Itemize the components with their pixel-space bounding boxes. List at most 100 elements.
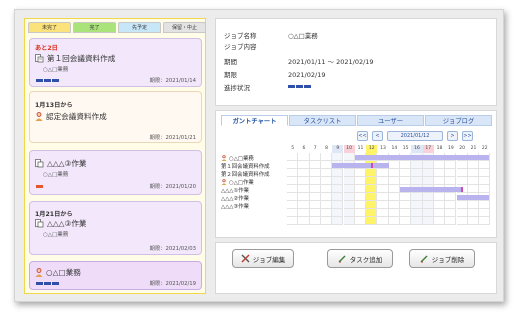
tab-task-list[interactable]: タスクリスト (289, 115, 356, 126)
gantt-cell (445, 169, 457, 177)
card-subtitle: ○△□業務 (43, 67, 69, 73)
card-title-row: 第１回会議資料作成 (35, 53, 115, 64)
gantt-cell (309, 169, 321, 177)
gantt-cell (388, 209, 400, 217)
due-label: 1月21日から (35, 211, 73, 218)
gantt-cell (332, 177, 344, 185)
gantt-cell (411, 177, 423, 185)
job-card[interactable]: ○△□業務 期限：2021/02/19 (29, 261, 202, 290)
job-content-row: ジョブ内容 (224, 41, 288, 51)
gantt-cell (287, 153, 299, 161)
gantt-cell (343, 193, 355, 201)
day-header: 21 (470, 146, 477, 151)
job-list-panel: 未完了 完了 先予定 保留・中止 あと2日 第１回会議資料作成 ○△□業務 期限… (24, 18, 206, 294)
job-card[interactable]: 1月13日から 認定会議資料作成 期限：2021/01/21 (29, 91, 202, 143)
gantt-cell (320, 169, 333, 177)
next-week-button[interactable]: >> (462, 131, 473, 141)
due-label: あと2日 (35, 45, 58, 52)
gantt-cell (298, 185, 310, 193)
tab-complete[interactable]: 完了 (73, 22, 116, 33)
card-title-row: △△△③作業 (35, 158, 87, 169)
job-progress-row: 進捗状況 (224, 82, 288, 92)
gantt-cell (422, 209, 434, 217)
edit-job-button[interactable]: ジョブ編集 (232, 249, 294, 268)
card-title: △△△③作業 (47, 159, 87, 168)
gantt-cell (400, 217, 412, 225)
gantt-row-label: ○△□作業 (221, 178, 254, 186)
gantt-cell (332, 169, 344, 177)
gantt-cell (332, 153, 344, 161)
job-card[interactable]: △△△③作業 ○△□業務 期限：2021/01/20 (29, 150, 202, 195)
card-title-row: △△△③作業 (35, 218, 87, 229)
job-content-label: ジョブ内容 (224, 43, 257, 51)
job-deadline-row: 期限 2021/02/19 (224, 69, 325, 79)
tab-job-log[interactable]: ジョブログ (425, 115, 492, 126)
gantt-cell (343, 185, 355, 193)
gantt-row-label: ○△□業務 (221, 154, 254, 162)
card-subtitle: ○△□業務 (43, 232, 69, 238)
job-name-row: ジョブ名称 ○△□業務 (224, 30, 318, 40)
due-label: 1月13日から (35, 102, 73, 109)
tab-users[interactable]: ユーザー (357, 115, 424, 126)
gantt-cell (422, 201, 434, 209)
gantt-cell (445, 161, 457, 169)
gantt-bar[interactable] (332, 163, 389, 168)
day-header: 17 (422, 145, 434, 153)
next-day-button[interactable]: > (447, 131, 458, 141)
job-period-value: 2021/01/11 ～ 2021/02/19 (288, 58, 374, 66)
gantt-cell (445, 201, 457, 209)
gantt-cell (456, 161, 468, 169)
gantt-cell (456, 169, 468, 177)
gantt-cell (400, 201, 412, 209)
prev-day-button[interactable]: < (372, 131, 383, 141)
gantt-cell (411, 201, 423, 209)
job-card[interactable]: 1月21日から △△△③作業 ○△□業務 期限：2021/02/03 (29, 201, 202, 255)
tab-incomplete[interactable]: 未完了 (28, 22, 71, 33)
gantt-cell (422, 217, 434, 225)
task-list-icon (35, 54, 44, 63)
add-task-button[interactable]: タスク追加 (327, 249, 393, 268)
card-deadline: 期限：2021/02/03 (149, 246, 196, 252)
gantt-cell (354, 193, 367, 201)
job-card[interactable]: あと2日 第１回会議資料作成 ○△□業務 期限：2021/01/14 (29, 38, 202, 87)
job-period-row: 期間 2021/01/11 ～ 2021/02/19 (224, 56, 374, 66)
gantt-cell (479, 201, 491, 209)
person-icon (35, 112, 43, 121)
gantt-bar[interactable] (354, 155, 490, 160)
gantt-cell (354, 209, 367, 217)
day-header: 8 (325, 146, 328, 151)
tab-on-hold[interactable]: 保留・中止 (163, 22, 206, 33)
date-field[interactable]: 2021/01/12 (387, 131, 443, 141)
tab-scheduled[interactable]: 先予定 (118, 22, 161, 33)
gantt-bar[interactable] (456, 195, 490, 200)
gantt-cell (366, 201, 378, 209)
card-title: 第１回会議資料作成 (47, 54, 116, 63)
gantt-cell (400, 193, 412, 201)
gantt-cell (422, 169, 434, 177)
delete-job-button[interactable]: ジョブ削除 (409, 249, 475, 268)
delete-job-label: ジョブ削除 (431, 255, 465, 264)
card-deadline: 期限：2021/02/19 (149, 281, 196, 287)
gantt-cell (388, 217, 400, 225)
day-header: 9 (332, 145, 344, 153)
day-header: 19 (447, 146, 454, 151)
gantt-cell (287, 169, 299, 177)
add-task-label: タスク追加 (349, 255, 383, 264)
gantt-cell (445, 209, 457, 217)
prev-week-button[interactable]: << (357, 131, 368, 141)
gantt-cell (445, 217, 457, 225)
gantt-cell (377, 209, 389, 217)
gantt-cell (332, 193, 344, 201)
gantt-cell (377, 217, 389, 225)
progress-bar (36, 79, 59, 82)
gantt-cell (309, 217, 321, 225)
pen-icon (420, 255, 428, 263)
card-deadline: 期限：2021/01/14 (149, 78, 196, 84)
gantt-cell (433, 177, 446, 185)
tab-gantt-chart[interactable]: ガントチャート (221, 115, 288, 126)
job-progress-bar (288, 85, 311, 88)
gantt-cell (309, 209, 321, 217)
gantt-cell (332, 201, 344, 209)
gantt-cell (388, 169, 400, 177)
gantt-bar[interactable] (400, 187, 463, 192)
